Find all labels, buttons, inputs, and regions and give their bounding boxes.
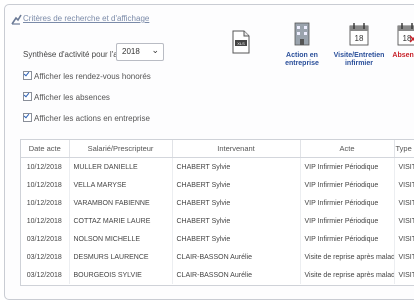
cell-act-type: VISITE bbox=[394, 230, 414, 248]
cell-employee: DESMURS LAURENCE bbox=[69, 248, 173, 266]
year-select[interactable]: 2018 ⌄ bbox=[116, 43, 164, 61]
document-export-icon[interactable]: XLS bbox=[232, 30, 250, 54]
action-label: Visite/Entretien infirmier bbox=[333, 52, 385, 67]
cell-act: VIP Infirmier Périodique bbox=[300, 157, 395, 176]
activity-table: Date acte Salarié/Prescripteur Intervena… bbox=[20, 139, 414, 286]
cell-date: 10/12/2018 bbox=[21, 157, 70, 176]
cell-employee: BOURGEOIS SYLVIE bbox=[69, 266, 173, 284]
action-company-button[interactable]: Action en entreprise bbox=[280, 21, 324, 68]
svg-text:XLS: XLS bbox=[237, 41, 245, 46]
checkbox-show-company-actions[interactable]: Afficher les actions en entreprise bbox=[23, 113, 150, 123]
cell-employee: NOLSON MICHELLE bbox=[69, 230, 173, 248]
cell-date: 03/12/2018 bbox=[21, 230, 70, 248]
table-row[interactable]: 10/12/2018 VELLA MARYSE CHABERT Sylvie V… bbox=[21, 176, 414, 194]
cell-act: VIP Infirmier Périodique bbox=[300, 230, 395, 248]
cell-date: 10/12/2018 bbox=[21, 194, 70, 212]
cell-act: VIP Infirmier Périodique bbox=[300, 212, 395, 230]
criteria-filter-icon[interactable] bbox=[11, 14, 22, 25]
cell-act-type: VISITE bbox=[394, 266, 414, 284]
checkbox-show-absences[interactable]: Afficher les absences bbox=[23, 92, 110, 102]
cell-act: Visite de reprise après maladie bbox=[300, 248, 395, 266]
column-header-date[interactable]: Date acte bbox=[21, 140, 70, 158]
table-row[interactable]: 10/12/2018 VARAMBON FABIENNE CHABERT Syl… bbox=[21, 194, 414, 212]
cell-date: 10/12/2018 bbox=[21, 212, 70, 230]
cell-date: 10/12/2018 bbox=[21, 176, 70, 194]
cell-employee: COTTAZ MARIE LAURE bbox=[69, 212, 173, 230]
cell-staff: CHABERT Sylvie bbox=[172, 230, 301, 248]
cell-staff: CHABERT Sylvie bbox=[172, 157, 301, 176]
action-label: Action en entreprise bbox=[285, 52, 319, 67]
checkbox-label: Afficher les actions en entreprise bbox=[34, 114, 150, 123]
column-header-staff[interactable]: Intervenant bbox=[172, 140, 301, 158]
cell-employee: MULLER DANIELLE bbox=[69, 157, 173, 176]
calendar-icon: 18 bbox=[349, 23, 369, 46]
cell-act-type: VISITE bbox=[394, 212, 414, 230]
table-row[interactable]: 10/12/2018 COTTAZ MARIE LAURE CHABERT Sy… bbox=[21, 212, 414, 230]
table-header-row: Date acte Salarié/Prescripteur Intervena… bbox=[21, 140, 414, 158]
year-select-value: 2018 bbox=[122, 47, 140, 56]
table-row[interactable]: 03/12/2018 BOURGEOIS SYLVIE CLAIR-BASSON… bbox=[21, 266, 414, 284]
cell-date: 03/12/2018 bbox=[21, 248, 70, 266]
cell-act: VIP Infirmier Périodique bbox=[300, 176, 395, 194]
cell-act: Visite de reprise après maladie bbox=[300, 266, 395, 284]
column-header-act-type[interactable]: Type d'acte bbox=[394, 140, 414, 158]
building-icon bbox=[294, 22, 310, 46]
cell-date: 03/12/2018 bbox=[21, 266, 70, 284]
checkbox-checked-icon[interactable] bbox=[23, 113, 32, 122]
column-header-act[interactable]: Acte bbox=[300, 140, 395, 158]
cell-staff: CLAIR-BASSON Aurélie bbox=[172, 248, 301, 266]
criteria-link[interactable]: Critères de recherche et d'affichage bbox=[23, 14, 149, 23]
checkbox-show-appointments[interactable]: Afficher les rendez-vous honorés bbox=[23, 71, 151, 81]
cell-staff: CHABERT Sylvie bbox=[172, 176, 301, 194]
svg-text:18: 18 bbox=[355, 34, 364, 43]
table-row[interactable]: 03/12/2018 DESMURS LAURENCE CLAIR-BASSON… bbox=[21, 248, 414, 266]
cell-act: VIP Infirmier Périodique bbox=[300, 194, 395, 212]
activity-grid: Date acte Salarié/Prescripteur Intervena… bbox=[21, 140, 414, 284]
cell-act-type: VISITE bbox=[394, 176, 414, 194]
table-row[interactable]: 03/12/2018 NOLSON MICHELLE CHABERT Sylvi… bbox=[21, 230, 414, 248]
cell-employee: VELLA MARYSE bbox=[69, 176, 173, 194]
checkbox-label: Afficher les rendez-vous honorés bbox=[34, 72, 151, 81]
column-header-employee[interactable]: Salarié/Prescripteur bbox=[69, 140, 173, 158]
cell-act-type: VISITE bbox=[394, 194, 414, 212]
action-label: Absence bbox=[392, 52, 414, 59]
cell-staff: CHABERT Sylvie bbox=[172, 212, 301, 230]
cell-act-type: VISITE bbox=[394, 248, 414, 266]
checkbox-label: Afficher les absences bbox=[34, 93, 110, 102]
absence-button[interactable]: 18 Absence bbox=[389, 21, 414, 60]
cell-employee: VARAMBON FABIENNE bbox=[69, 194, 173, 212]
table-row[interactable]: 10/12/2018 MULLER DANIELLE CHABERT Sylvi… bbox=[21, 157, 414, 176]
checkbox-checked-icon[interactable] bbox=[23, 71, 32, 80]
chevron-down-icon: ⌄ bbox=[151, 45, 159, 55]
calendar-absence-icon: 18 bbox=[397, 23, 414, 46]
nurse-visit-button[interactable]: 18 Visite/Entretien infirmier bbox=[333, 21, 385, 68]
cell-act-type: VISITE bbox=[394, 157, 414, 176]
cell-staff: CLAIR-BASSON Aurélie bbox=[172, 266, 301, 284]
checkbox-checked-icon[interactable] bbox=[23, 92, 32, 101]
cell-staff: CHABERT Sylvie bbox=[172, 194, 301, 212]
